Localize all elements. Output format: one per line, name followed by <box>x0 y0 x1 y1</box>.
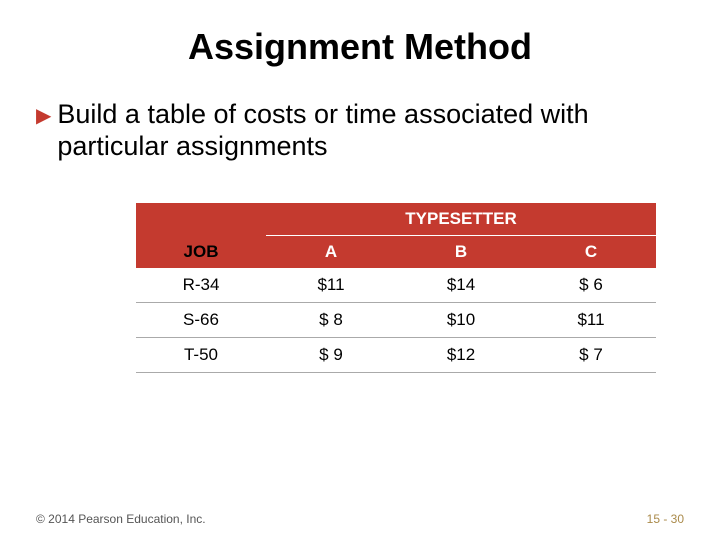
job-cell: S-66 <box>136 302 266 337</box>
table-row: S-66 $ 8 $10 $11 <box>136 302 656 337</box>
job-cell: R-34 <box>136 268 266 303</box>
copyright-text: © 2014 Pearson Education, Inc. <box>36 512 206 526</box>
triangle-bullet-icon: ▶ <box>36 100 51 132</box>
slide-title: Assignment Method <box>36 26 684 68</box>
value-cell: $ 7 <box>526 337 656 372</box>
value-cell: $10 <box>396 302 526 337</box>
bullet-text: Build a table of costs or time associate… <box>57 98 684 163</box>
value-cell: $ 8 <box>266 302 396 337</box>
cost-table: JOB TYPESETTER A B C R-34 $11 $14 $ 6 S-… <box>136 203 656 373</box>
footer: © 2014 Pearson Education, Inc. 15 - 30 <box>36 512 684 526</box>
job-cell: T-50 <box>136 337 266 372</box>
value-cell: $12 <box>396 337 526 372</box>
value-cell: $ 9 <box>266 337 396 372</box>
bullet-item: ▶ Build a table of costs or time associa… <box>36 98 684 163</box>
value-cell: $14 <box>396 268 526 303</box>
value-cell: $11 <box>526 302 656 337</box>
column-header-c: C <box>526 235 656 268</box>
value-cell: $ 6 <box>526 268 656 303</box>
job-header: JOB <box>136 236 266 268</box>
column-header-a: A <box>266 235 396 268</box>
slide: Assignment Method ▶ Build a table of cos… <box>0 0 720 540</box>
typesetter-header: TYPESETTER <box>266 203 656 236</box>
value-cell: $11 <box>266 268 396 303</box>
page-number: 15 - 30 <box>647 512 684 526</box>
table-row: T-50 $ 9 $12 $ 7 <box>136 337 656 372</box>
column-header-b: B <box>396 235 526 268</box>
table-row: R-34 $11 $14 $ 6 <box>136 268 656 303</box>
